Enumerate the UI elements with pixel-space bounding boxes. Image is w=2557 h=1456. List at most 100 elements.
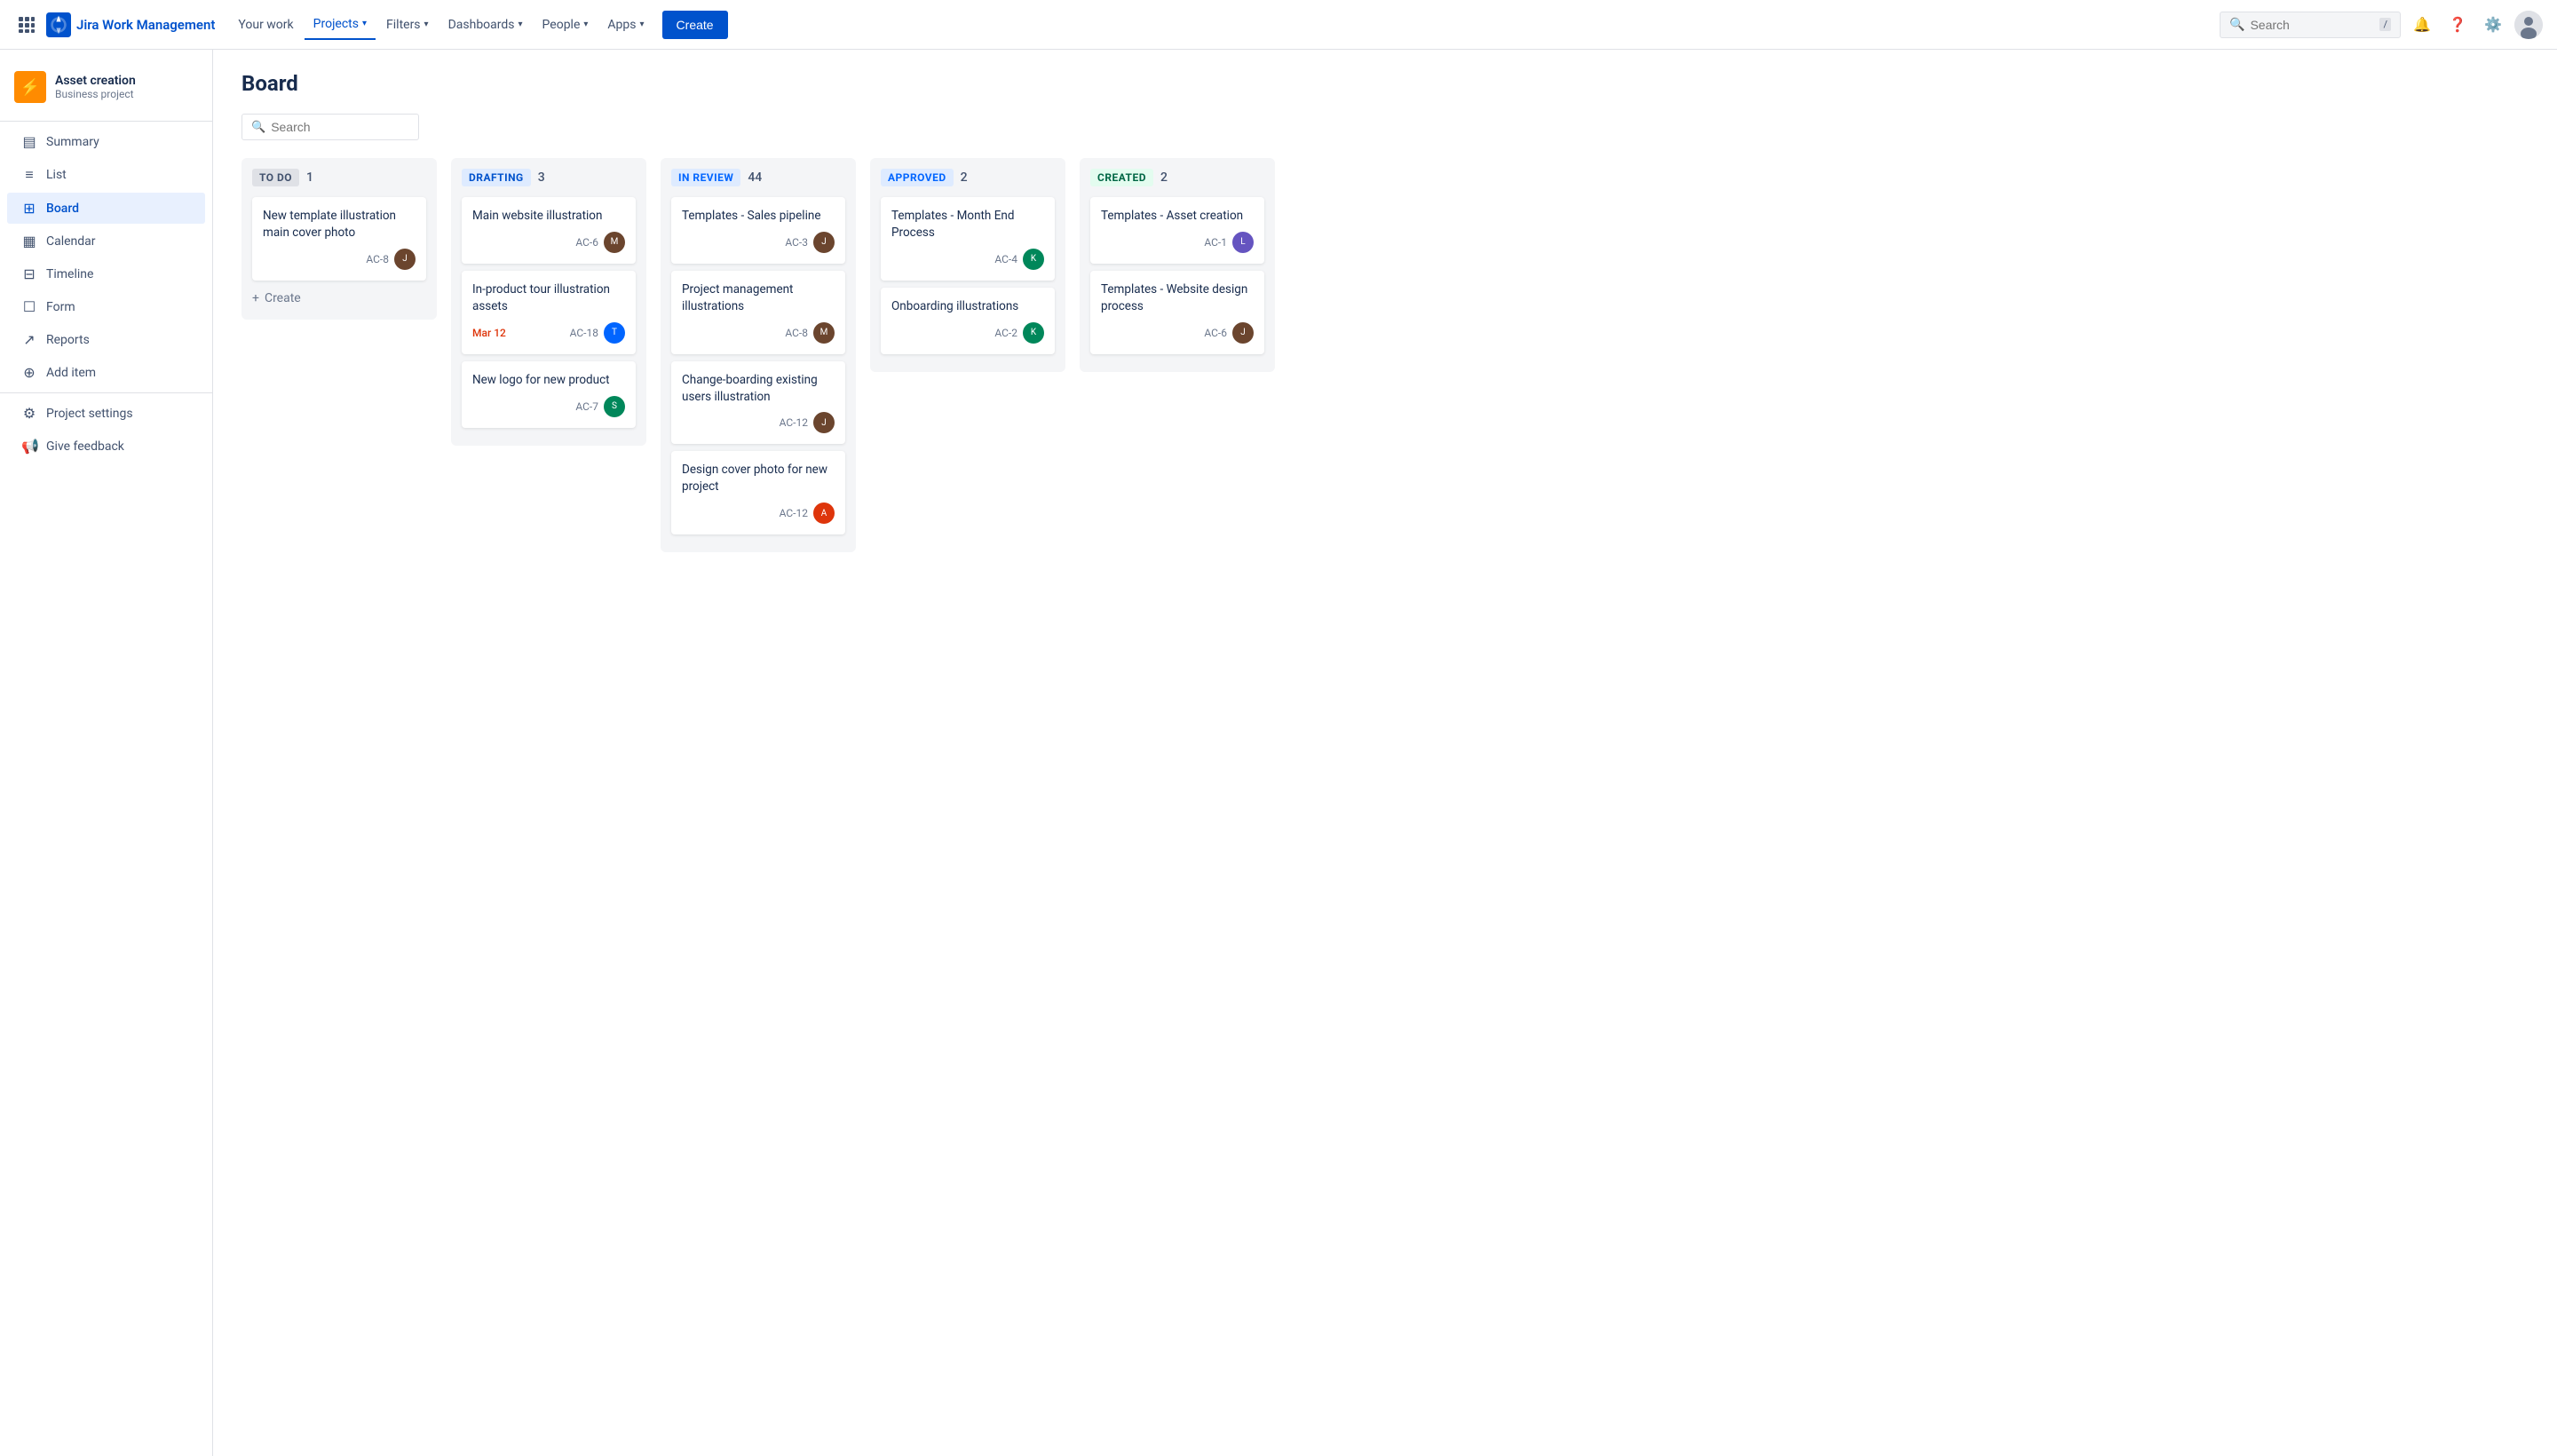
card-id: AC-6 <box>575 236 598 249</box>
table-row[interactable]: Templates - Sales pipeline AC-3 J <box>671 197 845 264</box>
card-id: AC-12 <box>780 416 808 429</box>
column-approved-count: 2 <box>961 170 968 185</box>
board-columns: TO DO 1 New template illustration main c… <box>241 158 2529 552</box>
card-id: AC-3 <box>785 236 808 249</box>
sidebar-item-timeline[interactable]: ⊟ Timeline <box>7 258 205 289</box>
avatar: L <box>1232 232 1254 253</box>
sidebar-item-board[interactable]: ⊞ Board <box>7 193 205 224</box>
column-todo-title: TO DO <box>252 169 299 186</box>
avatar: J <box>813 232 835 253</box>
column-drafting: DRAFTING 3 Main website illustration AC-… <box>451 158 646 446</box>
nav-projects[interactable]: Projects ▾ <box>305 10 376 40</box>
nav-filters[interactable]: Filters ▾ <box>377 11 438 39</box>
filters-chevron-icon: ▾ <box>424 20 429 29</box>
column-drafting-title: DRAFTING <box>462 169 531 186</box>
sidebar-item-list[interactable]: ≡ List <box>7 159 205 191</box>
search-box[interactable]: 🔍 / <box>2220 12 2401 38</box>
main-content: Board 🔍 TO DO 1 New template illustratio… <box>213 50 2557 1456</box>
card-title: In-product tour illustration assets <box>472 281 625 315</box>
sidebar-item-reports[interactable]: ↗ Reports <box>7 324 205 355</box>
avatar: J <box>813 412 835 433</box>
table-row[interactable]: Main website illustration AC-6 M <box>462 197 636 264</box>
table-row[interactable]: Templates - Asset creation AC-1 L <box>1090 197 1264 264</box>
table-row[interactable]: Project management illustrations AC-8 M <box>671 271 845 354</box>
dashboards-chevron-icon: ▾ <box>519 20 523 29</box>
card-id: AC-4 <box>994 253 1017 265</box>
search-input[interactable] <box>2250 18 2374 32</box>
table-row[interactable]: In-product tour illustration assets Mar … <box>462 271 636 354</box>
column-inreview-count: 44 <box>748 170 762 185</box>
table-row[interactable]: Design cover photo for new project AC-12… <box>671 451 845 534</box>
table-row[interactable]: Templates - Month End Process AC-4 K <box>881 197 1055 281</box>
column-todo-header: TO DO 1 <box>252 169 426 186</box>
topnav: Jira Work Management Your work Projects … <box>0 0 2557 50</box>
create-button-todo[interactable]: + Create <box>252 288 426 309</box>
sidebar-item-project-settings[interactable]: ⚙ Project settings <box>7 398 205 429</box>
column-created-count: 2 <box>1160 170 1168 185</box>
create-button[interactable]: Create <box>662 11 728 39</box>
table-row[interactable]: Onboarding illustrations AC-2 K <box>881 288 1055 354</box>
user-avatar[interactable] <box>2514 11 2543 39</box>
help-button[interactable]: ❓ <box>2443 11 2472 39</box>
column-created-title: CREATED <box>1090 169 1153 186</box>
table-row[interactable]: New logo for new product AC-7 S <box>462 361 636 428</box>
card-footer: Mar 12 AC-18 T <box>472 322 625 344</box>
list-icon: ≡ <box>21 166 37 184</box>
calendar-icon: ▦ <box>21 233 37 249</box>
board-search-icon: 🔍 <box>251 121 265 134</box>
project-settings-icon: ⚙ <box>21 405 37 422</box>
notifications-button[interactable]: 🔔 <box>2408 11 2436 39</box>
avatar: T <box>604 322 625 344</box>
board-search[interactable]: 🔍 <box>241 114 419 140</box>
sidebar-item-calendar[interactable]: ▦ Calendar <box>7 226 205 257</box>
nav-dashboards[interactable]: Dashboards ▾ <box>439 11 532 39</box>
app-logo[interactable]: Jira Work Management <box>46 12 215 37</box>
table-row[interactable]: Templates - Website design process AC-6 … <box>1090 271 1264 354</box>
card-title: Design cover photo for new project <box>682 462 835 495</box>
projects-chevron-icon: ▾ <box>362 19 367 28</box>
card-title: New template illustration main cover pho… <box>263 208 416 241</box>
sidebar-item-add-item[interactable]: ⊕ Add item <box>7 357 205 388</box>
sidebar-item-summary[interactable]: ▤ Summary <box>7 126 205 157</box>
card-title: Project management illustrations <box>682 281 835 315</box>
card-footer: AC-12 J <box>682 412 835 433</box>
give-feedback-icon: 📢 <box>21 438 37 455</box>
form-icon: ☐ <box>21 298 37 315</box>
sidebar-divider <box>0 121 212 122</box>
card-title: Templates - Asset creation <box>1101 208 1254 225</box>
sidebar-item-form[interactable]: ☐ Form <box>7 291 205 322</box>
table-row[interactable]: New template illustration main cover pho… <box>252 197 426 281</box>
column-todo-count: 1 <box>306 170 313 185</box>
card-footer-left: Mar 12 <box>472 327 565 339</box>
nav-people[interactable]: People ▾ <box>534 11 598 39</box>
column-inreview-title: IN REVIEW <box>671 169 740 186</box>
nav-apps[interactable]: Apps ▾ <box>598 11 653 39</box>
column-drafting-count: 3 <box>538 170 545 185</box>
avatar: M <box>813 322 835 344</box>
avatar: S <box>604 396 625 417</box>
avatar: J <box>394 249 416 270</box>
card-footer: AC-8 J <box>263 249 416 270</box>
column-drafting-header: DRAFTING 3 <box>462 169 636 186</box>
card-title: New logo for new product <box>472 372 625 389</box>
card-footer: AC-3 J <box>682 232 835 253</box>
column-todo: TO DO 1 New template illustration main c… <box>241 158 437 320</box>
column-approved-title: APPROVED <box>881 169 954 186</box>
card-footer: AC-2 K <box>891 322 1044 344</box>
card-footer: AC-8 M <box>682 322 835 344</box>
sidebar-item-give-feedback[interactable]: 📢 Give feedback <box>7 431 205 462</box>
nav-your-work[interactable]: Your work <box>229 11 302 39</box>
grid-icon[interactable] <box>14 12 39 37</box>
card-title: Onboarding illustrations <box>891 298 1044 315</box>
board-search-input[interactable] <box>271 120 404 134</box>
card-title: Templates - Website design process <box>1101 281 1254 315</box>
plus-icon: + <box>252 291 259 305</box>
sidebar-divider-2 <box>0 392 212 393</box>
search-shortcut: / <box>2379 18 2391 31</box>
table-row[interactable]: Change-boarding existing users illustrat… <box>671 361 845 445</box>
topnav-right: 🔍 / 🔔 ❓ ⚙️ <box>2220 11 2543 39</box>
card-footer: AC-6 J <box>1101 322 1254 344</box>
settings-button[interactable]: ⚙️ <box>2479 11 2507 39</box>
summary-icon: ▤ <box>21 133 37 150</box>
avatar: M <box>604 232 625 253</box>
